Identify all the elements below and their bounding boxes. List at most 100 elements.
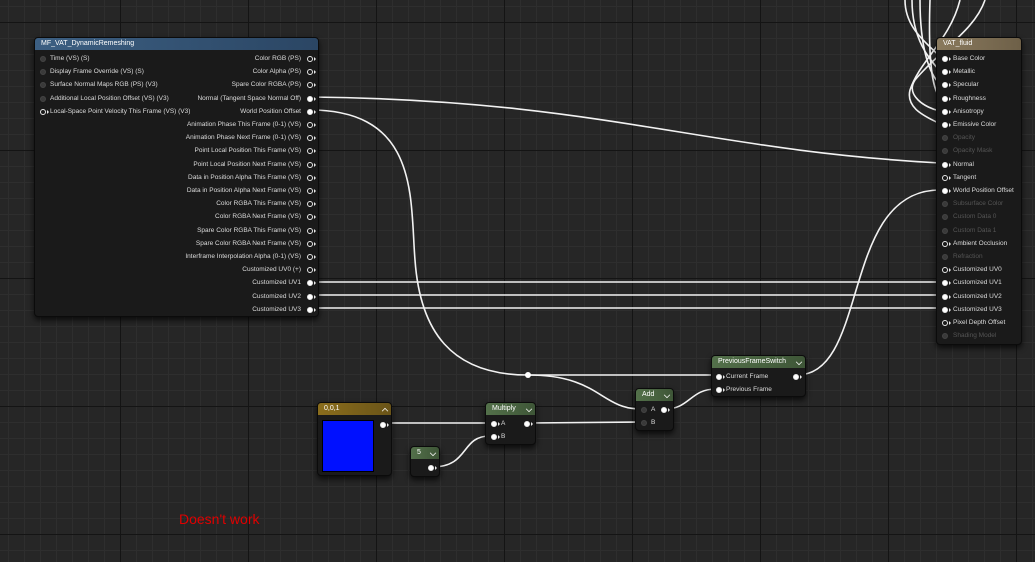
mf-output-pin[interactable]: [307, 69, 316, 76]
mf-output-pin-row[interactable]: Point Local Position Next Frame (VS): [35, 158, 318, 171]
scalar-node-title[interactable]: 5: [411, 447, 439, 459]
vat-pin-row[interactable]: Refraction: [937, 250, 1021, 263]
vat-input-pin[interactable]: [942, 188, 951, 194]
mf-output-pin-row[interactable]: Color Alpha (PS): [35, 65, 318, 78]
multiply-input-pin-b[interactable]: [491, 434, 500, 441]
add-input-pin-b[interactable]: [641, 420, 647, 427]
expand-chevron-icon[interactable]: [525, 405, 533, 413]
vat-input-pin[interactable]: [942, 69, 951, 76]
switch-input-pin-previous[interactable]: [716, 387, 725, 394]
mf-output-pin[interactable]: [307, 267, 316, 274]
multiply-input-b-row[interactable]: B: [486, 430, 535, 443]
vat-pin-row[interactable]: Subsurface Color: [937, 197, 1021, 210]
multiply-node[interactable]: Multiply A B: [485, 402, 536, 445]
mf-output-pin[interactable]: [307, 174, 316, 181]
vat-pin-row[interactable]: World Position Offset: [937, 184, 1021, 197]
mf-vat-dynamic-remeshing-node[interactable]: MF_VAT_DynamicRemeshing Time (VS) (S) Di…: [34, 37, 319, 317]
vat-pin-row[interactable]: Ambient Occlusion: [937, 237, 1021, 250]
vat-input-pin[interactable]: [942, 214, 948, 221]
mf-output-pin-row[interactable]: Spare Color RGBA (PS): [35, 78, 318, 91]
vat-pin-row[interactable]: Metallic: [937, 65, 1021, 78]
mf-node-title[interactable]: MF_VAT_DynamicRemeshing: [35, 38, 318, 50]
vat-input-pin[interactable]: [942, 148, 948, 155]
mf-output-pin[interactable]: [307, 148, 316, 155]
switch-output-pin[interactable]: [793, 374, 802, 380]
mf-output-pin-row[interactable]: Animation Phase Next Frame (0-1) (VS): [35, 131, 318, 144]
mf-output-pin[interactable]: [307, 56, 316, 62]
vat-input-pin[interactable]: [942, 174, 951, 181]
vat-pin-row[interactable]: Opacity Mask: [937, 144, 1021, 157]
mf-output-pin[interactable]: [307, 161, 316, 168]
vat-pin-row[interactable]: Customized UV0: [937, 263, 1021, 276]
switch-input-previous-row[interactable]: Previous Frame: [712, 383, 805, 396]
multiply-input-pin-a[interactable]: [491, 421, 500, 427]
vat-pin-row[interactable]: Opacity: [937, 131, 1021, 144]
add-input-b-row[interactable]: B: [636, 416, 673, 429]
mf-output-pin[interactable]: [307, 108, 316, 115]
vat-input-pin[interactable]: [942, 95, 951, 102]
expand-chevron-icon[interactable]: [663, 391, 671, 399]
scalar-output-pin[interactable]: [428, 465, 437, 471]
mf-output-pin-row[interactable]: Color RGB (PS): [35, 52, 318, 65]
mf-output-pin-row[interactable]: Normal (Tangent Space Normal Off): [35, 92, 318, 105]
mf-output-pin[interactable]: [307, 280, 316, 287]
vat-input-pin[interactable]: [942, 56, 951, 62]
vat-input-pin[interactable]: [942, 240, 951, 247]
vat-pin-row[interactable]: Specular: [937, 78, 1021, 91]
vat-input-pin[interactable]: [942, 306, 951, 313]
add-node[interactable]: Add A B: [635, 388, 674, 431]
vat-input-pin[interactable]: [942, 122, 951, 128]
vat-pin-row[interactable]: Base Color: [937, 52, 1021, 65]
vat-pin-row[interactable]: Pixel Depth Offset: [937, 316, 1021, 329]
expand-chevron-icon[interactable]: [429, 449, 437, 457]
mf-output-pin[interactable]: [307, 293, 316, 300]
mf-output-pin-row[interactable]: Data in Position Alpha This Frame (VS): [35, 171, 318, 184]
vat-input-pin[interactable]: [942, 254, 948, 260]
mf-output-pin[interactable]: [307, 135, 316, 142]
vat-input-pin[interactable]: [942, 267, 951, 274]
mf-output-pin[interactable]: [307, 214, 316, 221]
mf-output-pin[interactable]: [307, 227, 316, 234]
vat-pin-row[interactable]: Emissive Color: [937, 118, 1021, 131]
constant-vector-node[interactable]: 0,0,1: [317, 402, 392, 476]
mf-output-pin-row[interactable]: Customized UV2: [35, 290, 318, 303]
mf-output-pin-row[interactable]: Animation Phase This Frame (0-1) (VS): [35, 118, 318, 131]
mf-output-pin-row[interactable]: Point Local Position This Frame (VS): [35, 144, 318, 157]
mf-output-pin-row[interactable]: Customized UV1: [35, 276, 318, 289]
add-node-title[interactable]: Add: [636, 389, 673, 401]
vat-pin-row[interactable]: Roughness: [937, 92, 1021, 105]
mf-output-pin[interactable]: [307, 95, 316, 102]
add-output-pin[interactable]: [661, 407, 670, 413]
mf-output-pin[interactable]: [307, 82, 316, 89]
vat-pin-row[interactable]: Custom Data 1: [937, 224, 1021, 237]
mf-output-pin-row[interactable]: Customized UV0 (+): [35, 263, 318, 276]
mf-output-pin[interactable]: [307, 201, 316, 208]
vat-input-pin[interactable]: [942, 135, 948, 142]
previous-frame-switch-node[interactable]: PreviousFrameSwitch Current Frame Previo…: [711, 355, 806, 397]
mf-output-pin-row[interactable]: Spare Color RGBA Next Frame (VS): [35, 237, 318, 250]
constant-node-title[interactable]: 0,0,1: [318, 403, 391, 415]
mf-output-pin-row[interactable]: Interframe Interpolation Alpha (0-1) (VS…: [35, 250, 318, 263]
color-swatch[interactable]: [322, 420, 374, 472]
vat-pin-row[interactable]: Customized UV2: [937, 290, 1021, 303]
constant-output-pin[interactable]: [380, 422, 389, 428]
mf-output-pin[interactable]: [307, 188, 316, 194]
vat-input-pin[interactable]: [942, 333, 948, 340]
mf-output-pin[interactable]: [307, 306, 316, 313]
vat-fluid-material-node[interactable]: VAT_fluid Base Color Metallic Specular R…: [936, 37, 1022, 345]
vat-input-pin[interactable]: [942, 320, 951, 326]
switch-input-pin-current[interactable]: [716, 374, 725, 380]
multiply-node-title[interactable]: Multiply: [486, 403, 535, 415]
multiply-output-pin[interactable]: [524, 421, 533, 427]
vat-node-title[interactable]: VAT_fluid: [937, 38, 1021, 50]
vat-pin-row[interactable]: Shading Model: [937, 329, 1021, 342]
vat-pin-row[interactable]: Customized UV3: [937, 303, 1021, 316]
mf-output-pin-row[interactable]: Spare Color RGBA This Frame (VS): [35, 224, 318, 237]
mf-output-pin-row[interactable]: Data in Position Alpha Next Frame (VS): [35, 184, 318, 197]
mf-output-pin[interactable]: [307, 254, 316, 260]
vat-input-pin[interactable]: [942, 293, 951, 300]
vat-input-pin[interactable]: [942, 82, 951, 89]
scalar-constant-node[interactable]: 5: [410, 446, 440, 477]
mf-output-pin-row[interactable]: World Position Offset: [35, 105, 318, 118]
mf-output-pin[interactable]: [307, 240, 316, 247]
